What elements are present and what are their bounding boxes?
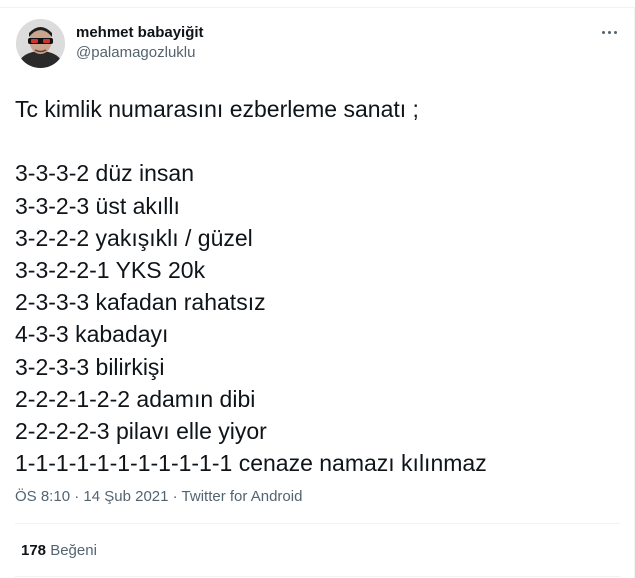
tweet-line: 4-3-3 kabadayı	[15, 321, 169, 348]
tweet-line: 3-3-2-2-1 YKS 20k	[15, 256, 206, 283]
tweet-source-link[interactable]: Twitter for Android	[182, 488, 303, 505]
tweet-line: 3-3-3-2 düz insan	[15, 160, 194, 187]
tweet-line: 3-2-2-2 yakışıklı / güzel	[15, 224, 253, 251]
more-dot	[607, 30, 611, 34]
author-display-name[interactable]: mehmet babayiğit	[76, 24, 204, 41]
meta-separator: ·	[168, 488, 182, 505]
divider	[15, 523, 620, 524]
tweet-meta: ÖS 8:10 · 14 Şub 2021 · Twitter for Andr…	[15, 488, 302, 505]
tweet-line: 1-1-1-1-1-1-1-1-1-1-1 cenaze namazı kılı…	[15, 450, 487, 477]
likes-count: 178	[21, 542, 47, 559]
tweet-line: 2-3-3-3 kafadan rahatsız	[15, 289, 266, 316]
likes-stat[interactable]: 178 Beğeni	[21, 542, 97, 559]
avatar[interactable]	[16, 19, 65, 68]
likes-label: Beğeni	[50, 542, 97, 559]
tweet-time: ÖS 8:10	[15, 488, 71, 505]
author-handle[interactable]: @palamagozluklu	[76, 44, 195, 61]
divider	[15, 576, 620, 577]
more-dot	[601, 30, 605, 34]
tweet-line: 2-2-2-2-3 pilavı elle yiyor	[15, 417, 267, 444]
avatar-image	[16, 19, 65, 68]
tweet-line: 3-3-2-3 üst akıllı	[15, 192, 180, 219]
tweet-line: 3-2-3-3 bilirkişi	[15, 353, 165, 380]
tweet-intro: Tc kimlik numarasını ezberleme sanatı ;	[15, 96, 419, 122]
tweet-date: 14 Şub 2021	[83, 488, 169, 505]
more-horizontal-icon[interactable]	[599, 22, 619, 42]
more-dot	[613, 30, 617, 34]
tweet-text: Tc kimlik numarasını ezberleme sanatı ; …	[15, 93, 620, 479]
tweet-line: 2-2-2-1-2-2 adamın dibi	[15, 385, 256, 412]
card-top-border	[0, 7, 635, 8]
meta-separator: ·	[70, 488, 84, 505]
tweet-timestamp-link[interactable]: ÖS 8:10 · 14 Şub 2021	[15, 488, 168, 505]
